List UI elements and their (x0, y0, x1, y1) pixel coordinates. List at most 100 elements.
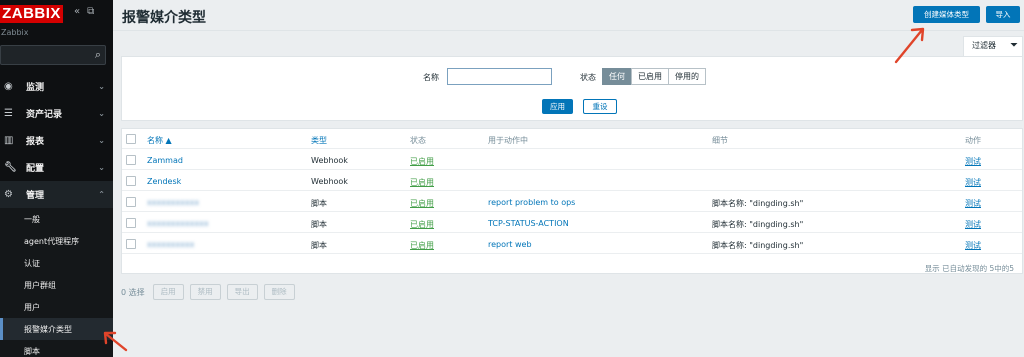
export-button[interactable]: 导出 (226, 284, 258, 300)
sidebar-controls: « ⧉ (74, 6, 94, 17)
sidebar-search[interactable]: ⌕ (0, 45, 106, 65)
import-button[interactable]: 导入 (986, 6, 1020, 23)
chevron-up-icon: ⌃ (98, 190, 105, 199)
media-type-details: 脚本名称: "dingding.sh" (712, 220, 804, 229)
media-types-table: 名称 ▲ 类型 状态 用于动作中 细节 动作 Zammad Webhook 已启… (121, 128, 1023, 274)
status-toggle-link[interactable]: 已启用 (410, 219, 434, 230)
media-type-details: 脚本名称: "dingding.sh" (712, 199, 804, 208)
gear-icon: ⚙ (4, 189, 13, 200)
status-toggle-link[interactable]: 已启用 (410, 198, 434, 209)
row-checkbox[interactable] (126, 239, 136, 249)
media-type-name-link[interactable]: Zammad (147, 156, 183, 165)
table-footer-count: 显示 已自动发现的 5中的5 (924, 264, 1014, 273)
chart-icon: ▥ (4, 135, 14, 146)
submenu-users[interactable]: 用户 (0, 296, 113, 318)
chevron-down-icon: ⌄ (98, 82, 105, 91)
row-checkbox[interactable] (126, 155, 136, 165)
status-toggle-link[interactable]: 已启用 (410, 177, 434, 188)
table-row: Zendesk Webhook 已启用 测试 (122, 171, 1022, 191)
menu-inventory[interactable]: ☰ 资产记录 ⌄ (0, 100, 113, 127)
used-in-action-link[interactable]: report problem to ops (488, 198, 575, 207)
menu-reports[interactable]: ▥ 报表 ⌄ (0, 127, 113, 154)
table-row: xxxxxxxxxxxxx 脚本 已启用 TCP-STATUS-ACTION 脚… (122, 213, 1022, 233)
used-in-action-link[interactable]: TCP-STATUS-ACTION (488, 219, 569, 228)
type-column-header[interactable]: 类型 (311, 135, 327, 146)
table-header-row: 名称 ▲ 类型 状态 用于动作中 细节 动作 (122, 129, 1022, 149)
name-filter-label: 名称 (423, 73, 439, 82)
table-row: xxxxxxxxxxx 脚本 已启用 report problem to ops… (122, 192, 1022, 212)
submenu-general[interactable]: 一般 (0, 208, 113, 230)
mass-action-bar: 0 选择 启用 禁用 导出 删除 (121, 284, 295, 300)
page-title: 报警媒介类型 (122, 10, 206, 26)
search-icon[interactable]: ⌕ (95, 48, 101, 62)
menu-administration[interactable]: ⚙ 管理 ⌃ (0, 181, 113, 208)
enable-button[interactable]: 启用 (152, 284, 184, 300)
action-column-header: 动作 (965, 136, 981, 145)
reset-button[interactable]: 重设 (583, 99, 617, 114)
status-any-option[interactable]: 任何 (602, 68, 632, 85)
row-checkbox[interactable] (126, 176, 136, 186)
administration-submenu: 一般 agent代理程序 认证 用户群组 用户 报警媒介类型 脚本 (0, 208, 113, 357)
annotation-arrow-media-types (103, 331, 128, 352)
test-link[interactable]: 测试 (965, 219, 981, 230)
select-all-checkbox[interactable] (126, 134, 136, 144)
kiosk-mode-icon[interactable]: ⧉ (87, 6, 94, 17)
status-toggle-link[interactable]: 已启用 (410, 156, 434, 167)
chevron-down-icon: ⌄ (98, 163, 105, 172)
media-type-type: Webhook (311, 177, 348, 186)
media-type-details: 脚本名称: "dingding.sh" (712, 241, 804, 250)
name-filter-input[interactable] (447, 68, 552, 85)
table-row: Zammad Webhook 已启用 测试 (122, 150, 1022, 170)
media-type-name-link[interactable]: xxxxxxxxxx (147, 240, 194, 249)
selected-count: 0 选择 (121, 287, 145, 297)
server-name: Zabbix (1, 28, 29, 37)
submenu-media-types[interactable]: 报警媒介类型 (0, 318, 113, 340)
apply-button[interactable]: 应用 (542, 99, 573, 114)
media-type-name-link[interactable]: xxxxxxxxxxx (147, 198, 199, 207)
submenu-scripts[interactable]: 脚本 (0, 340, 113, 357)
media-type-type: 脚本 (311, 199, 327, 208)
used-in-actions-column-header: 用于动作中 (488, 136, 528, 145)
submenu-proxies[interactable]: agent代理程序 (0, 230, 113, 252)
test-link[interactable]: 测试 (965, 240, 981, 251)
test-link[interactable]: 测试 (965, 156, 981, 167)
chevron-down-icon: ⌄ (98, 136, 105, 145)
disable-button[interactable]: 禁用 (189, 284, 221, 300)
sidebar: ZABBIX « ⧉ Zabbix ⌕ ◉ 监测 ⌄ ☰ 资产记录 ⌄ ▥ 报表… (0, 0, 113, 357)
chevron-down-icon: ⌄ (98, 109, 105, 118)
status-enabled-option[interactable]: 已启用 (631, 68, 669, 85)
submenu-authentication[interactable]: 认证 (0, 252, 113, 274)
media-type-name-link[interactable]: xxxxxxxxxxxxx (147, 219, 209, 228)
search-input[interactable] (1, 46, 89, 64)
media-type-type: 脚本 (311, 220, 327, 229)
filter-tab[interactable]: 过滤器 ⏷ (963, 36, 1023, 56)
menu-monitoring[interactable]: ◉ 监测 ⌄ (0, 73, 113, 100)
row-checkbox[interactable] (126, 218, 136, 228)
delete-button[interactable]: 删除 (263, 284, 295, 300)
media-type-name-link[interactable]: Zendesk (147, 177, 181, 186)
status-filter-label: 状态 (580, 73, 596, 82)
collapse-icon[interactable]: « (74, 6, 80, 17)
media-type-type: Webhook (311, 156, 348, 165)
eye-icon: ◉ (4, 81, 13, 92)
wrench-icon: 🔧︎ (4, 162, 17, 173)
media-type-type: 脚本 (311, 241, 327, 250)
status-filter-toggle: 任何 已启用 停用的 (602, 68, 706, 85)
main-menu: ◉ 监测 ⌄ ☰ 资产记录 ⌄ ▥ 报表 ⌄ 🔧︎ 配置 ⌄ ⚙ 管理 ⌃ 一般… (0, 73, 113, 357)
test-link[interactable]: 测试 (965, 177, 981, 188)
menu-configuration[interactable]: 🔧︎ 配置 ⌄ (0, 154, 113, 181)
zabbix-logo[interactable]: ZABBIX (0, 5, 63, 23)
status-column-header: 状态 (410, 136, 426, 145)
row-checkbox[interactable] (126, 197, 136, 207)
annotation-arrow-create (894, 27, 925, 64)
create-media-type-button[interactable]: 创建媒体类型 (913, 6, 980, 23)
status-toggle-link[interactable]: 已启用 (410, 240, 434, 251)
details-column-header: 细节 (712, 136, 728, 145)
name-column-header[interactable]: 名称 ▲ (147, 135, 172, 146)
test-link[interactable]: 测试 (965, 198, 981, 209)
filter-icon: ⏷ (1010, 40, 1018, 51)
status-disabled-option[interactable]: 停用的 (668, 68, 706, 85)
used-in-action-link[interactable]: report web (488, 240, 532, 249)
list-icon: ☰ (4, 108, 13, 119)
submenu-user-groups[interactable]: 用户群组 (0, 274, 113, 296)
